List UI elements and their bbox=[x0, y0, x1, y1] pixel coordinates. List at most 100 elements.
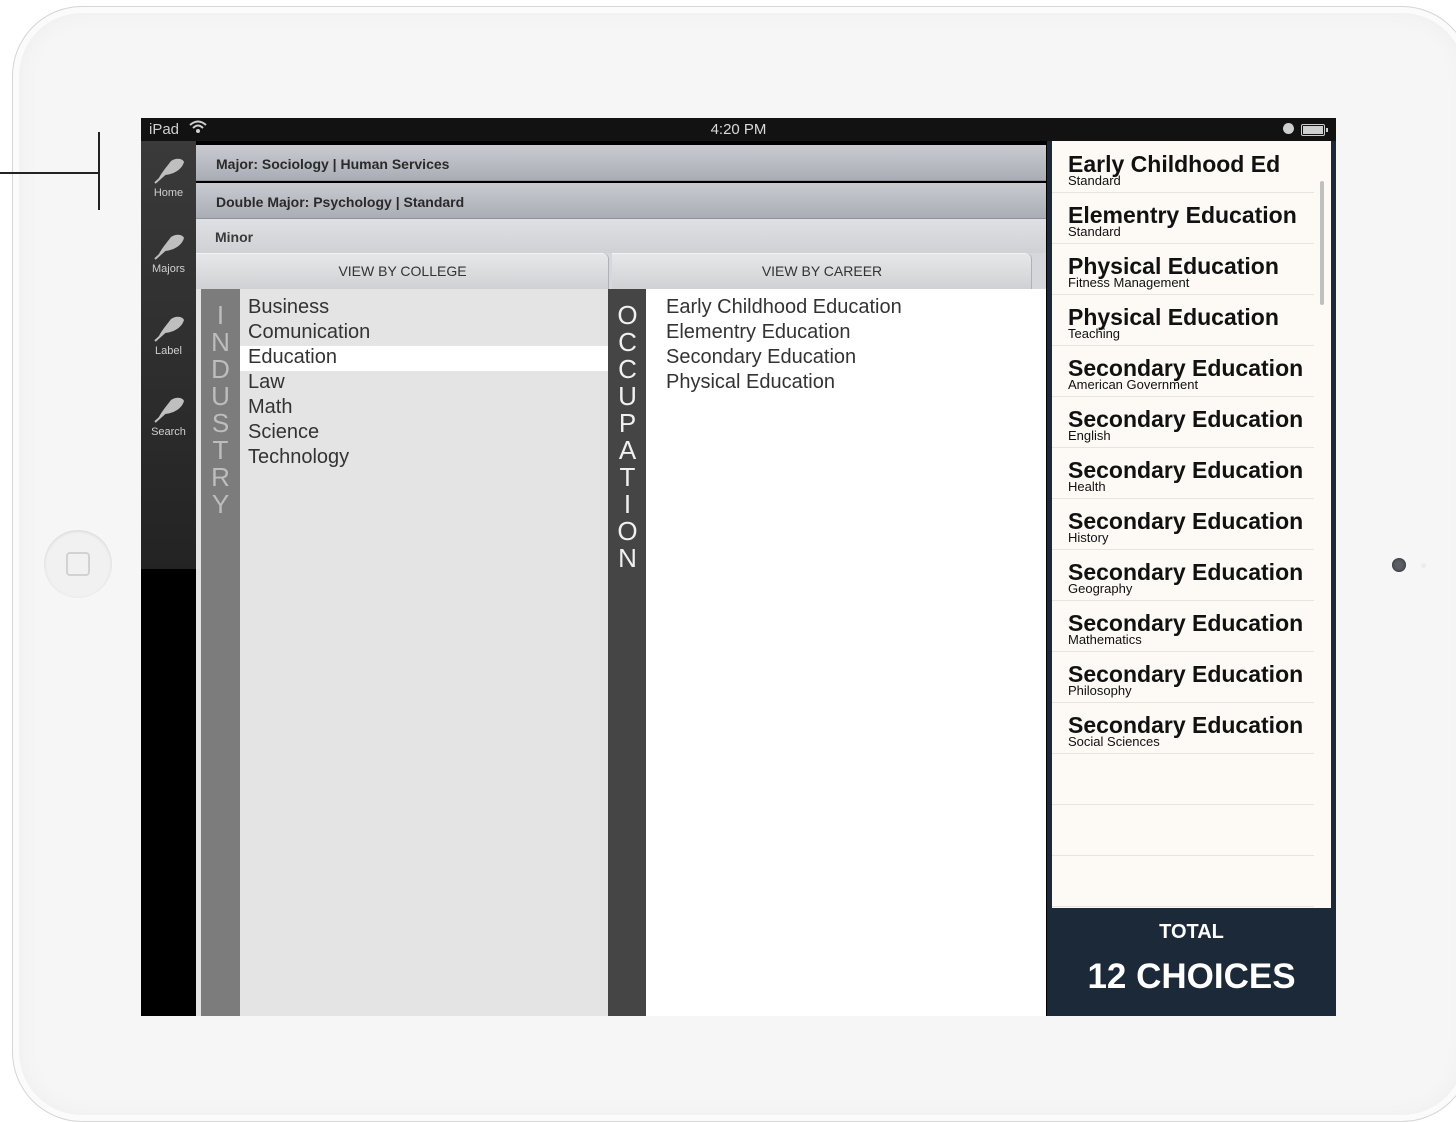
industry-vertical-title: INDUSTRY bbox=[201, 302, 240, 518]
occupation-item[interactable]: Physical Education bbox=[666, 371, 835, 394]
sidebar-item-label: Home bbox=[153, 187, 184, 199]
callout-line-vertical bbox=[98, 132, 100, 210]
sidebar-item-label: Label bbox=[155, 345, 182, 357]
industry-header-bar: INDUSTRY bbox=[201, 289, 240, 1016]
industry-item-label: Technology bbox=[248, 446, 350, 468]
choice-subtitle: American Government bbox=[1068, 377, 1199, 392]
choices-scrollbar[interactable] bbox=[1320, 181, 1324, 305]
home-square-icon bbox=[66, 552, 90, 576]
industry-title-letter: R bbox=[211, 462, 230, 492]
occupation-title-letter: U bbox=[618, 381, 637, 411]
occupation-item[interactable]: Secondary Education bbox=[666, 346, 856, 369]
occupation-title-letter: C bbox=[618, 327, 637, 357]
occupation-title-letter: A bbox=[618, 435, 637, 465]
industry-title-letter: I bbox=[216, 300, 225, 330]
sidebar-item-label-page[interactable]: Label bbox=[141, 313, 196, 383]
occupation-vertical-title: OCCUPATION bbox=[608, 302, 647, 572]
choice-empty-row bbox=[1052, 804, 1314, 856]
leaf-icon bbox=[153, 158, 184, 184]
industry-item[interactable]: Technology bbox=[240, 446, 608, 471]
rotation-lock-icon bbox=[1283, 123, 1294, 134]
leaf-icon bbox=[153, 234, 184, 260]
sidebar-item-search[interactable]: Search bbox=[141, 394, 196, 464]
total-value: 12 CHOICES bbox=[1087, 957, 1296, 996]
industry-item[interactable]: Business bbox=[240, 296, 608, 321]
double-major-label: Double Major: Psychology | Standard bbox=[216, 194, 465, 210]
choice-item[interactable]: Secondary Education Health bbox=[1052, 447, 1314, 499]
industry-item-label: Comunication bbox=[248, 321, 371, 343]
industry-item-label: Science bbox=[248, 421, 320, 443]
choice-item[interactable]: Secondary Education Social Sciences bbox=[1052, 702, 1314, 754]
choice-empty-row bbox=[1052, 753, 1314, 805]
tab-view-by-college[interactable]: VIEW BY COLLEGE bbox=[196, 253, 609, 289]
sidebar: Home Majors Label Search bbox=[141, 141, 196, 569]
battery-icon bbox=[1301, 124, 1328, 136]
sidebar-item-home[interactable]: Home bbox=[141, 155, 196, 225]
status-bar: iPad 4:20 PM bbox=[141, 118, 1336, 141]
industry-item[interactable]: Law bbox=[240, 371, 608, 396]
tab-view-by-career[interactable]: VIEW BY CAREER bbox=[612, 253, 1032, 289]
sensor-icon bbox=[1421, 563, 1426, 568]
camera-icon bbox=[1392, 558, 1406, 572]
occupation-title-letter: T bbox=[619, 462, 636, 492]
choice-item[interactable]: Early Childhood Ed Standard bbox=[1052, 141, 1314, 193]
choices-list: Early Childhood Ed Standard Elementry Educ… bbox=[1052, 141, 1331, 908]
occupation-list: Early Childhood Education Elementry Educ… bbox=[646, 289, 1046, 1016]
industry-title-letter: D bbox=[211, 354, 230, 384]
choice-subtitle: Health bbox=[1068, 479, 1106, 494]
choice-subtitle: English bbox=[1068, 428, 1111, 443]
industry-item[interactable]: Comunication bbox=[240, 321, 608, 346]
choice-item[interactable]: Physical Education Fitness Management bbox=[1052, 243, 1314, 295]
occupation-title-letter: P bbox=[618, 408, 637, 438]
choice-subtitle: History bbox=[1068, 530, 1109, 545]
choice-subtitle: Social Sciences bbox=[1068, 734, 1160, 749]
occupation-header-bar: OCCUPATION bbox=[608, 289, 646, 1016]
industry-title-letter: N bbox=[211, 327, 230, 357]
choice-item[interactable]: Secondary Education Mathematics bbox=[1052, 600, 1314, 652]
double-major-row[interactable]: Double Major: Psychology | Standard bbox=[196, 183, 1046, 219]
industry-title-letter: T bbox=[212, 435, 229, 465]
choice-item[interactable]: Elementry Education Standard bbox=[1052, 192, 1314, 244]
occupation-title-letter: N bbox=[618, 543, 637, 573]
choice-subtitle: Fitness Management bbox=[1068, 275, 1190, 290]
sidebar-item-label: Search bbox=[151, 426, 186, 438]
view-tabs: VIEW BY COLLEGE VIEW BY CAREER bbox=[196, 253, 1046, 289]
clock: 4:20 PM bbox=[710, 121, 767, 138]
choice-subtitle: Mathematics bbox=[1068, 632, 1142, 647]
choices-panel: Early Childhood Ed Standard Elementry Educ… bbox=[1047, 141, 1336, 1016]
app-screen: iPad 4:20 PM Home Majors Label Search Ma… bbox=[141, 118, 1336, 1016]
choice-item[interactable]: Secondary Education American Government bbox=[1052, 345, 1314, 397]
browse-panel: INDUSTRY Business Comunication Education… bbox=[196, 289, 1046, 1016]
major-row[interactable]: Major: Sociology | Human Services bbox=[196, 145, 1046, 181]
industry-title-letter: S bbox=[211, 408, 230, 438]
occupation-title-letter: O bbox=[617, 516, 638, 546]
sidebar-item-majors[interactable]: Majors bbox=[141, 231, 196, 301]
minor-label: Minor bbox=[215, 229, 254, 245]
choice-subtitle: Standard bbox=[1068, 224, 1121, 239]
choice-subtitle: Teaching bbox=[1068, 326, 1121, 341]
industry-list: Business Comunication Education Law Math… bbox=[240, 289, 652, 1016]
choice-item[interactable]: Secondary Education English bbox=[1052, 396, 1314, 448]
choice-item[interactable]: Secondary Education History bbox=[1052, 498, 1314, 550]
industry-item[interactable]: Science bbox=[240, 421, 608, 446]
choice-subtitle: Philosophy bbox=[1068, 683, 1132, 698]
choice-item[interactable]: Physical Education Teaching bbox=[1052, 294, 1314, 346]
industry-item-selected[interactable]: Education bbox=[240, 346, 608, 371]
choice-item[interactable]: Secondary Education Geography bbox=[1052, 549, 1314, 601]
occupation-item[interactable]: Elementry Education bbox=[666, 321, 851, 344]
choice-subtitle: Geography bbox=[1068, 581, 1133, 596]
industry-title-letter: Y bbox=[211, 489, 230, 519]
leaf-icon bbox=[153, 316, 184, 342]
sidebar-item-label: Majors bbox=[151, 263, 185, 275]
minor-row[interactable]: Minor bbox=[196, 219, 1046, 253]
callout-line bbox=[0, 172, 100, 174]
total-label: TOTAL bbox=[1159, 921, 1224, 943]
industry-item-label: Business bbox=[248, 296, 330, 318]
industry-item[interactable]: Math bbox=[240, 396, 608, 421]
home-button[interactable] bbox=[44, 530, 112, 598]
choice-item[interactable]: Secondary Education Philosophy bbox=[1052, 651, 1314, 703]
choice-subtitle: Standard bbox=[1068, 173, 1121, 188]
occupation-title-letter: C bbox=[618, 354, 637, 384]
occupation-item[interactable]: Early Childhood Education bbox=[666, 296, 902, 319]
industry-item-label: Math bbox=[248, 396, 293, 418]
